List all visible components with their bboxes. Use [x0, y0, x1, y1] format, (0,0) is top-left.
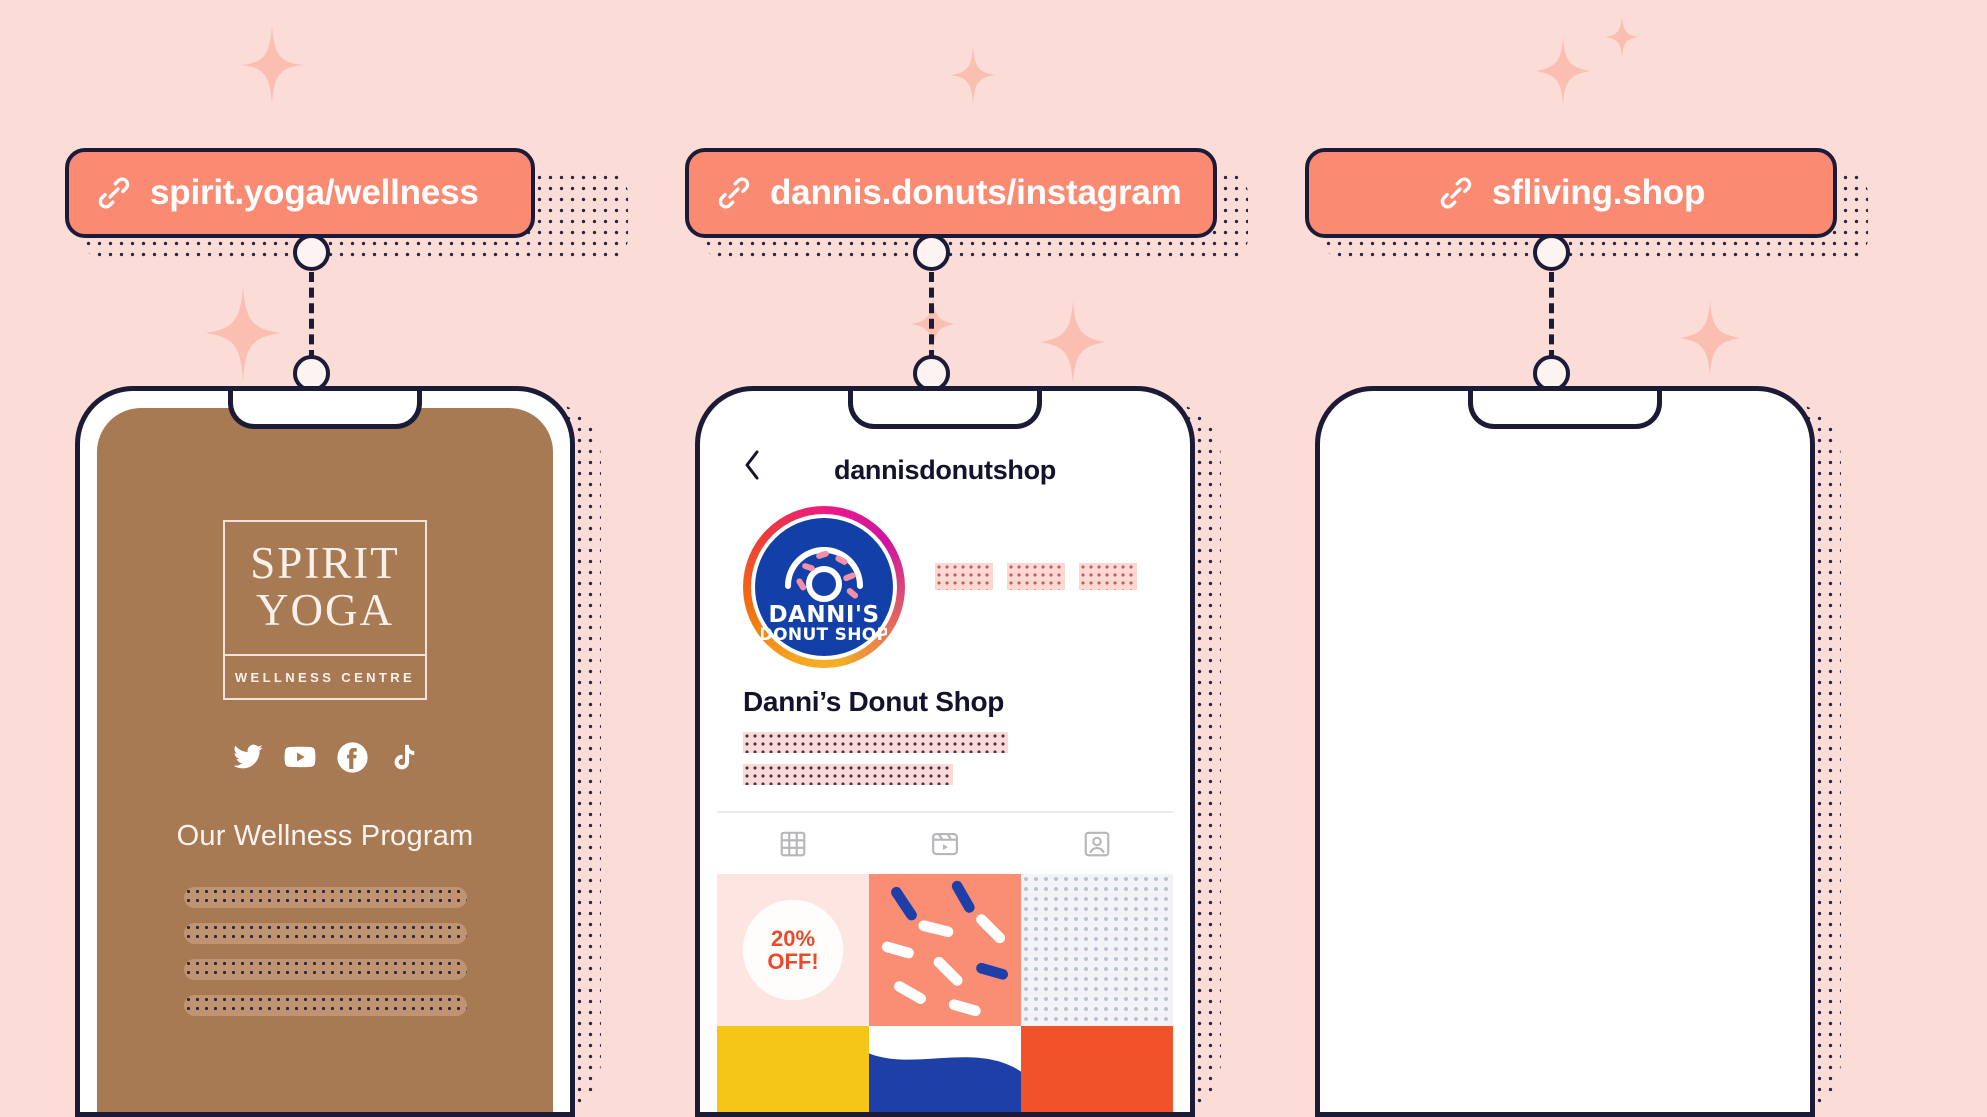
instagram-stats-row [935, 562, 1137, 590]
link-pill-spirit-yoga[interactable]: spirit.yoga/wellness [65, 148, 535, 238]
link-pill-wrapper: spirit.yoga/wellness [65, 148, 628, 260]
tab-tagged[interactable] [1021, 829, 1173, 859]
avatar-inner-ring: DANNI'S DONUT SHOP [751, 514, 897, 660]
phone-mockup-spirit-yoga: SPIRIT YOGA WELLNESS CENTRE Our Wellness… [75, 386, 605, 1117]
grid-post-sprinkles[interactable] [869, 874, 1021, 1026]
tab-reels[interactable] [869, 829, 1021, 859]
donut-glyph: DANNI'S DONUT SHOP [761, 547, 887, 645]
facebook-icon[interactable] [336, 741, 369, 774]
phone-mockup-sf-living: SF LIVING SHOP Spring Collection 2023 [1315, 386, 1845, 1117]
logo-wordmark: SPIRIT YOGA [250, 522, 400, 638]
link-icon [95, 174, 133, 212]
tab-grid[interactable] [717, 829, 869, 859]
connector-dashed-line [929, 272, 934, 360]
link-icon [1437, 174, 1475, 212]
link-pill-sf-living[interactable]: sfliving.shop [1305, 148, 1837, 238]
phone-frame: SF LIVING SHOP Spring Collection 2023 [1315, 386, 1815, 1117]
stat-placeholder [935, 562, 993, 590]
stat-placeholder [1079, 562, 1137, 590]
logo-line-1: SPIRIT [250, 538, 400, 588]
placeholder-bar [743, 764, 953, 785]
grid-post-halftone[interactable] [1021, 874, 1173, 1026]
phone-notch [228, 391, 422, 429]
grid-post-promo[interactable]: 20% OFF! [717, 874, 869, 1026]
column-dannis-donuts: dannis.donuts/instagram dannisdonutshop [650, 0, 1270, 1117]
phone-mockup-dannis-donuts: dannisdonutshop DANNI'S DONUT SHOP Danni… [695, 386, 1225, 1117]
avatar[interactable]: DANNI'S DONUT SHOP [743, 506, 905, 668]
phone-frame: SPIRIT YOGA WELLNESS CENTRE Our Wellness… [75, 386, 575, 1117]
dannis-donut-logo: DANNI'S DONUT SHOP [755, 518, 893, 656]
logo-subtitle: WELLNESS CENTRE [234, 670, 416, 685]
link-url-text: dannis.donuts/instagram [770, 173, 1182, 212]
instagram-username: dannisdonutshop [834, 455, 1056, 485]
connector-dashed-line [1549, 272, 1554, 360]
page-heading: Our Wellness Program [176, 820, 474, 852]
connector-knob-top [1533, 234, 1570, 271]
instagram-post-grid: 20% OFF! [717, 874, 1173, 1112]
phone-screen-instagram: dannisdonutshop DANNI'S DONUT SHOP Danni… [717, 408, 1173, 1112]
placeholder-bars-group [183, 887, 467, 1016]
promo-badge-text: 20% OFF! [738, 895, 848, 1005]
phone-screen-spirit-yoga: SPIRIT YOGA WELLNESS CENTRE Our Wellness… [97, 408, 553, 1112]
placeholder-bar [183, 959, 467, 980]
connector-knob-top [913, 234, 950, 271]
promo-line-2: OFF! [767, 949, 819, 974]
tiktok-icon[interactable] [388, 742, 419, 773]
column-sf-living: sfliving.shop SF [1270, 0, 1890, 1117]
instagram-display-name: Danni’s Donut Shop [743, 686, 1005, 717]
connector-knob-top [293, 234, 330, 271]
grid-post-yellow[interactable] [717, 1026, 869, 1112]
instagram-bio-placeholders [743, 732, 1173, 785]
link-url-text: sfliving.shop [1491, 173, 1706, 212]
placeholder-bar [183, 995, 467, 1016]
link-pill-wrapper: sfliving.shop [1305, 148, 1868, 260]
placeholder-bar [183, 923, 467, 944]
phone-frame: dannisdonutshop DANNI'S DONUT SHOP Danni… [695, 386, 1195, 1117]
link-pill-dannis-donuts[interactable]: dannis.donuts/instagram [685, 148, 1217, 238]
phone-notch [848, 391, 1042, 429]
promo-badge: 20% OFF! [738, 895, 848, 1005]
grid-post-orange[interactable] [1021, 1026, 1173, 1112]
chevron-left-icon[interactable] [742, 449, 762, 486]
youtube-icon[interactable] [283, 740, 317, 774]
twitter-icon[interactable] [232, 741, 264, 773]
column-spirit-yoga: spirit.yoga/wellness SPIRIT YOGA WELLNES… [30, 0, 650, 1117]
spirit-yoga-logo: SPIRIT YOGA WELLNESS CENTRE [223, 520, 427, 700]
link-url-text: spirit.yoga/wellness [150, 173, 479, 212]
placeholder-bar [183, 887, 467, 908]
instagram-profile-top: DANNI'S DONUT SHOP [717, 492, 1173, 668]
logo-line-2: YOGA [256, 585, 394, 635]
instagram-tabs [717, 811, 1173, 874]
promo-line-1: 20% [770, 926, 816, 951]
stat-placeholder [1007, 562, 1065, 590]
social-links-row [232, 740, 419, 774]
grid-post-blue[interactable] [869, 1026, 1021, 1112]
link-icon [715, 174, 753, 212]
phone-notch [1468, 391, 1662, 429]
svg-text:DONUT SHOP: DONUT SHOP [761, 625, 887, 645]
placeholder-bar [743, 732, 1008, 753]
connector-dashed-line [309, 272, 314, 360]
link-pill-wrapper: dannis.donuts/instagram [685, 148, 1248, 260]
